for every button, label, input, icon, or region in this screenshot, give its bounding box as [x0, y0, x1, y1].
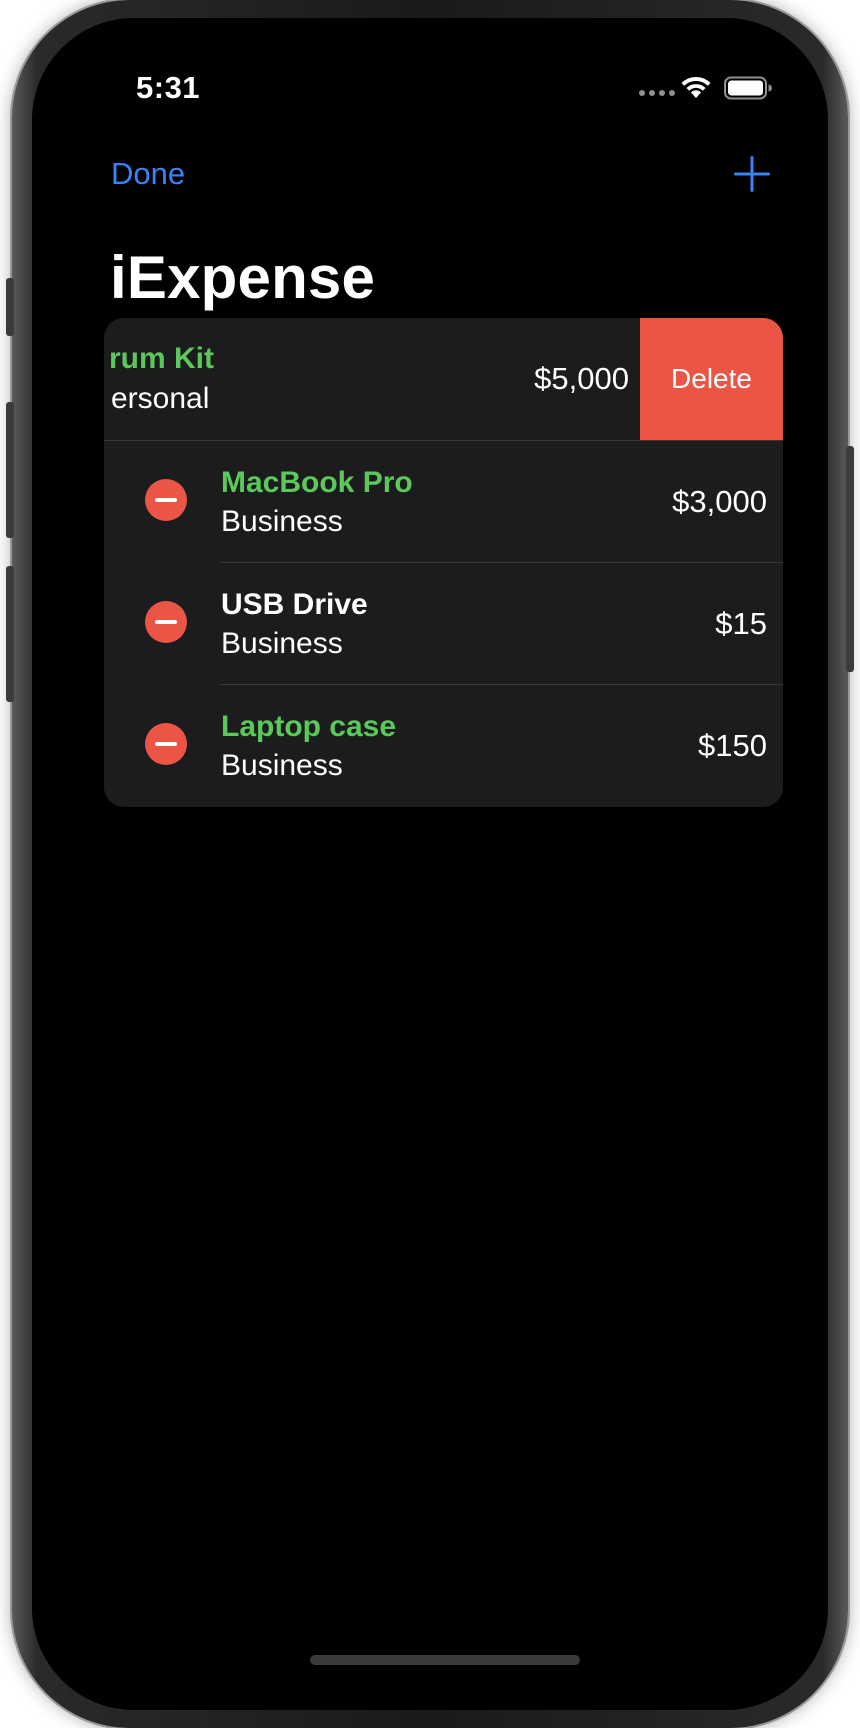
expense-name: USB Drive [221, 588, 368, 621]
expense-type: Business [221, 627, 343, 660]
expense-row-swiped[interactable]: rum Kit ersonal $5,000 Delete [104, 318, 783, 440]
expense-row[interactable]: Laptop case Business $150 [104, 685, 783, 807]
expense-amount: $3,000 [672, 484, 767, 519]
expense-name: Laptop case [221, 710, 397, 743]
expense-row[interactable]: MacBook Pro Business $3,000 [104, 441, 783, 563]
status-bar: 5:31 [32, 18, 828, 118]
status-time: 5:31 [136, 70, 201, 105]
volume-up-button [6, 402, 14, 538]
home-indicator[interactable] [310, 1655, 580, 1665]
expense-name: MacBook Pro [221, 466, 413, 499]
done-button[interactable]: Done [111, 156, 185, 192]
page-title: iExpense [110, 244, 376, 311]
phone-frame: 5:31 Done iExpense rum Kit ersonal $5,00… [6, 0, 854, 1728]
signal-icon [639, 90, 675, 96]
volume-down-button [6, 566, 14, 702]
delete-minus-button[interactable] [145, 723, 187, 765]
expense-type: ersonal [111, 382, 210, 415]
expense-type: Business [221, 749, 343, 782]
wifi-icon [681, 76, 711, 98]
expense-amount: $150 [698, 728, 767, 763]
power-button [846, 446, 854, 672]
delete-button[interactable]: Delete [640, 318, 783, 440]
screen: 5:31 Done iExpense rum Kit ersonal $5,00… [32, 18, 828, 1710]
plus-icon[interactable] [732, 154, 772, 194]
delete-minus-button[interactable] [145, 479, 187, 521]
row-content: rum Kit ersonal $5,000 [104, 318, 629, 440]
battery-icon [724, 76, 772, 100]
silent-switch [6, 278, 14, 336]
expense-row[interactable]: USB Drive Business $15 [104, 563, 783, 685]
delete-minus-button[interactable] [145, 601, 187, 643]
expense-name: rum Kit [109, 342, 214, 375]
expense-list: rum Kit ersonal $5,000 Delete MacBook Pr… [104, 318, 783, 807]
expense-type: Business [221, 505, 343, 538]
expense-amount: $5,000 [534, 361, 629, 396]
expense-amount: $15 [715, 606, 767, 641]
